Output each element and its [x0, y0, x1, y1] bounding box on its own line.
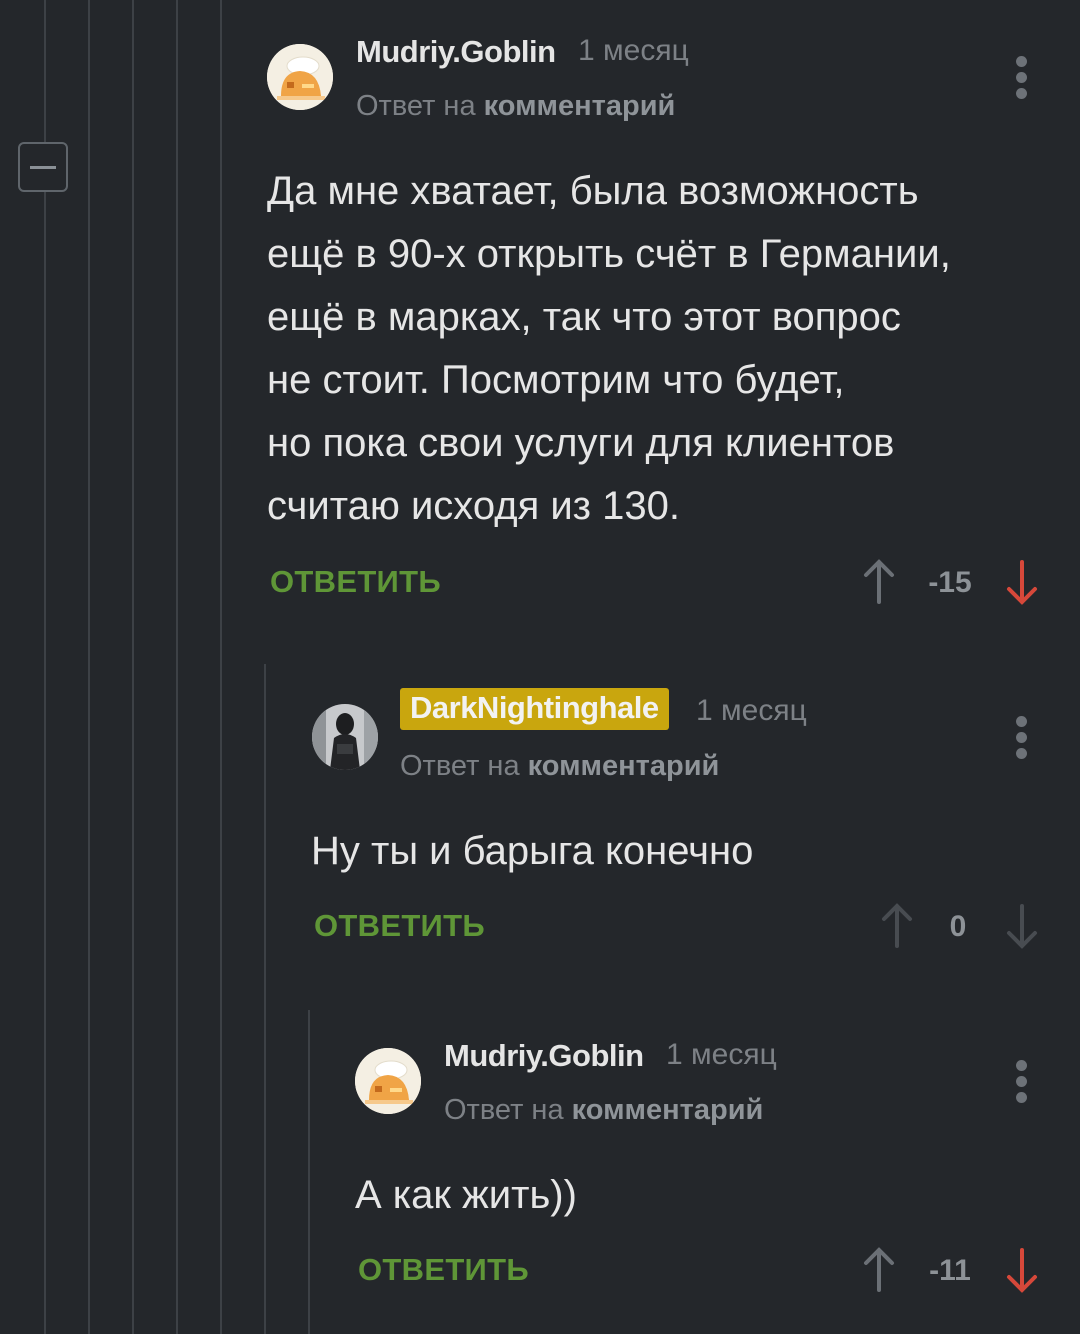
reply-to-label: Ответ на комментарий: [444, 1094, 763, 1127]
reply-to-prefix: Ответ на: [444, 1094, 564, 1126]
thread-line: [220, 0, 222, 1334]
comment-line: но пока свои услуги для клиентов: [267, 421, 895, 465]
comment-body: Ну ты и барыга конечно: [311, 820, 753, 883]
avatar[interactable]: [355, 1048, 421, 1114]
comment-author[interactable]: Mudriy.Goblin: [356, 34, 556, 70]
comment-author[interactable]: DarkNightinghale: [400, 688, 669, 730]
reply-to-prefix: Ответ на: [400, 750, 520, 782]
avatar[interactable]: [312, 704, 378, 770]
thread-line: [308, 1010, 310, 1334]
vertical-dots-icon[interactable]: [1015, 716, 1029, 760]
comment-body: Да мне хватает, была возможность ещё в 9…: [267, 160, 951, 538]
comment-author[interactable]: Mudriy.Goblin: [444, 1038, 644, 1074]
arrow-up-icon[interactable]: [861, 558, 897, 606]
vertical-dots-icon[interactable]: [1015, 1060, 1029, 1104]
thread-line: [88, 0, 90, 1334]
reply-to-link[interactable]: комментарий: [528, 750, 720, 782]
reply-to-link[interactable]: комментарий: [484, 90, 676, 122]
vote-score: 0: [949, 910, 967, 943]
comment-time: 1 месяц: [578, 34, 689, 67]
arrow-up-icon[interactable]: [879, 902, 915, 950]
comment-line: считаю исходя из 130.: [267, 484, 680, 528]
comment-time: 1 месяц: [696, 694, 807, 727]
thread-line: [176, 0, 178, 1334]
reply-to-label: Ответ на комментарий: [400, 750, 719, 783]
thread-line: [264, 664, 266, 1334]
comment-line: А как жить)): [355, 1173, 577, 1217]
comment-line: ещё в 90-х открыть счёт в Германии,: [267, 232, 951, 276]
arrow-up-icon[interactable]: [861, 1246, 897, 1294]
goblin-avatar-icon: [267, 44, 333, 110]
comment-line: Ну ты и барыга конечно: [311, 829, 754, 873]
arrow-down-icon[interactable]: [1004, 558, 1040, 606]
reply-to-prefix: Ответ на: [356, 90, 476, 122]
thread-line: [44, 0, 46, 142]
arrow-down-icon[interactable]: [1004, 902, 1040, 950]
comment-line: не стоит. Посмотрим что будет,: [267, 358, 845, 402]
vertical-dots-icon[interactable]: [1015, 56, 1029, 100]
thread-line: [44, 192, 46, 1334]
minus-square-icon: [30, 165, 56, 169]
reply-button[interactable]: ОТВЕТИТЬ: [270, 564, 441, 600]
comment-body: А как жить)): [355, 1164, 577, 1227]
comment-line: Да мне хватает, была возможность: [267, 169, 919, 213]
goblin-avatar-icon: [355, 1048, 421, 1114]
comment-time: 1 месяц: [666, 1038, 777, 1071]
comment-line: ещё в марках, так что этот вопрос: [267, 295, 901, 339]
vote-score: -15: [928, 566, 972, 599]
reply-to-label: Ответ на комментарий: [356, 90, 675, 123]
arrow-down-icon[interactable]: [1004, 1246, 1040, 1294]
thread-line: [132, 0, 134, 1334]
reply-button[interactable]: ОТВЕТИТЬ: [314, 908, 485, 944]
collapse-thread-button[interactable]: [18, 142, 68, 192]
vote-score: -11: [929, 1254, 971, 1287]
hooded-figure-avatar-icon: [312, 704, 378, 770]
reply-button[interactable]: ОТВЕТИТЬ: [358, 1252, 529, 1288]
avatar[interactable]: [267, 44, 333, 110]
reply-to-link[interactable]: комментарий: [572, 1094, 764, 1126]
